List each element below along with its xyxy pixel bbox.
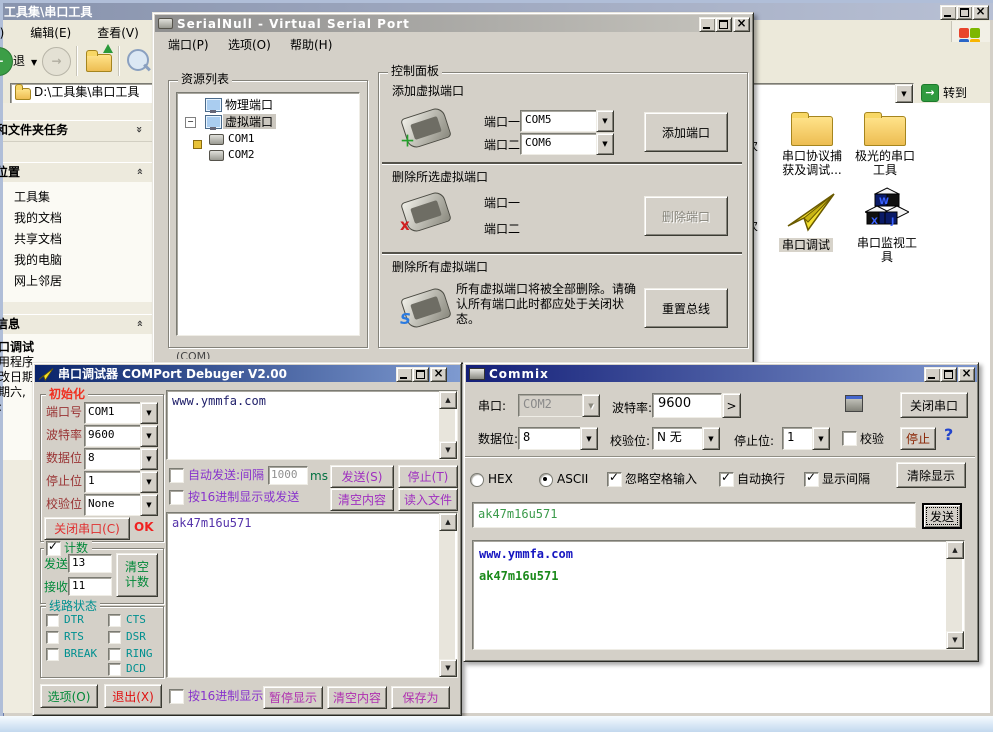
- folder-up-icon[interactable]: [86, 54, 112, 72]
- file-folder1-icon[interactable]: [791, 116, 833, 146]
- svg-text:X: X: [871, 217, 878, 227]
- explorer-close-button[interactable]: [972, 5, 989, 20]
- menu-edit[interactable]: 编辑(E): [30, 24, 71, 41]
- toolbar-separator-2: [118, 46, 119, 76]
- menu-view[interactable]: 查看(V): [97, 24, 139, 41]
- file-folder2-icon[interactable]: [864, 116, 906, 146]
- sidebar-item-network[interactable]: 网上邻居: [14, 274, 62, 288]
- partial-label-fragment-2: 次: [752, 219, 762, 234]
- back-dropdown-icon[interactable]: ▼: [31, 56, 37, 70]
- forward-button[interactable]: →: [42, 47, 71, 76]
- explorer-toolbar: [3, 42, 990, 81]
- partial-char-2: 次: [752, 219, 758, 233]
- address-input[interactable]: [10, 83, 914, 104]
- explorer-restore-button[interactable]: [956, 5, 973, 20]
- desktop: 工具集\串口工具 文件(F) 编辑(E) 查看(V) 收藏(A) ← 退 ▼ →: [0, 0, 993, 732]
- explorer-menu-items: 文件(F) 编辑(E) 查看(V) 收藏(A): [0, 24, 206, 41]
- sidebar-item-my-documents[interactable]: 我的文档: [14, 211, 62, 225]
- address-path[interactable]: D:\工具集\串口工具: [34, 85, 139, 99]
- svg-text:J: J: [890, 217, 894, 227]
- sidebar-tasks-header-label: 文件和文件夹任务: [0, 123, 68, 137]
- address-dropdown-button[interactable]: [895, 84, 913, 103]
- desktop-strip: [0, 716, 993, 732]
- explorer-minimize-button[interactable]: [940, 5, 957, 20]
- details-collapse-icon[interactable]: [136, 317, 143, 330]
- sidebar-item-shared-documents[interactable]: 共享文档: [14, 232, 62, 246]
- folder-up-arrow-icon: [103, 44, 113, 53]
- file-plane-label[interactable]: 串口调试: [779, 238, 833, 252]
- details-line-day: 星期六,: [0, 385, 26, 399]
- partial-label-fragment-1: 次: [752, 139, 762, 154]
- sidebar-item-toolset[interactable]: 工具集: [14, 190, 50, 204]
- back-button-label[interactable]: 退: [13, 54, 25, 68]
- file-cubes-icon[interactable]: X JW: [865, 186, 909, 232]
- file-folder2-label[interactable]: 极光的串口 工具: [839, 149, 931, 177]
- svg-text:W: W: [879, 197, 889, 207]
- menu-file[interactable]: 文件(F): [0, 24, 4, 41]
- file-plane-icon[interactable]: [786, 192, 836, 234]
- address-folder-icon: [15, 88, 31, 100]
- file-cubes-label[interactable]: 串口监视工 具: [842, 236, 932, 264]
- details-line-size: 小:: [0, 400, 2, 414]
- details-line-date: 修改日期:: [0, 370, 38, 384]
- explorer-window: 工具集\串口工具 文件(F) 编辑(E) 查看(V) 收藏(A) ← 退 ▼ →: [0, 0, 993, 732]
- explorer-title: 工具集\串口工具: [4, 3, 92, 20]
- places-collapse-icon[interactable]: [136, 165, 143, 178]
- explorer-titlebar[interactable]: 工具集\串口工具: [3, 3, 993, 20]
- details-line-title: 串口调试: [0, 340, 34, 354]
- tasks-collapse-icon[interactable]: [136, 123, 143, 136]
- sidebar-item-my-computer[interactable]: 我的电脑: [14, 253, 62, 267]
- menu-favorites[interactable]: 收藏(A): [165, 24, 207, 41]
- go-label: 转到: [943, 84, 967, 101]
- toolbar-separator: [76, 46, 77, 76]
- sidebar-places-header-label: 其它位置: [0, 165, 20, 179]
- partial-char-1: 次: [752, 139, 758, 153]
- go-button[interactable]: → 转到: [921, 83, 975, 102]
- details-line-type: 应用程序: [0, 355, 34, 369]
- go-arrow-icon: →: [921, 84, 939, 102]
- sidebar-details-header-label: 详细信息: [0, 317, 20, 331]
